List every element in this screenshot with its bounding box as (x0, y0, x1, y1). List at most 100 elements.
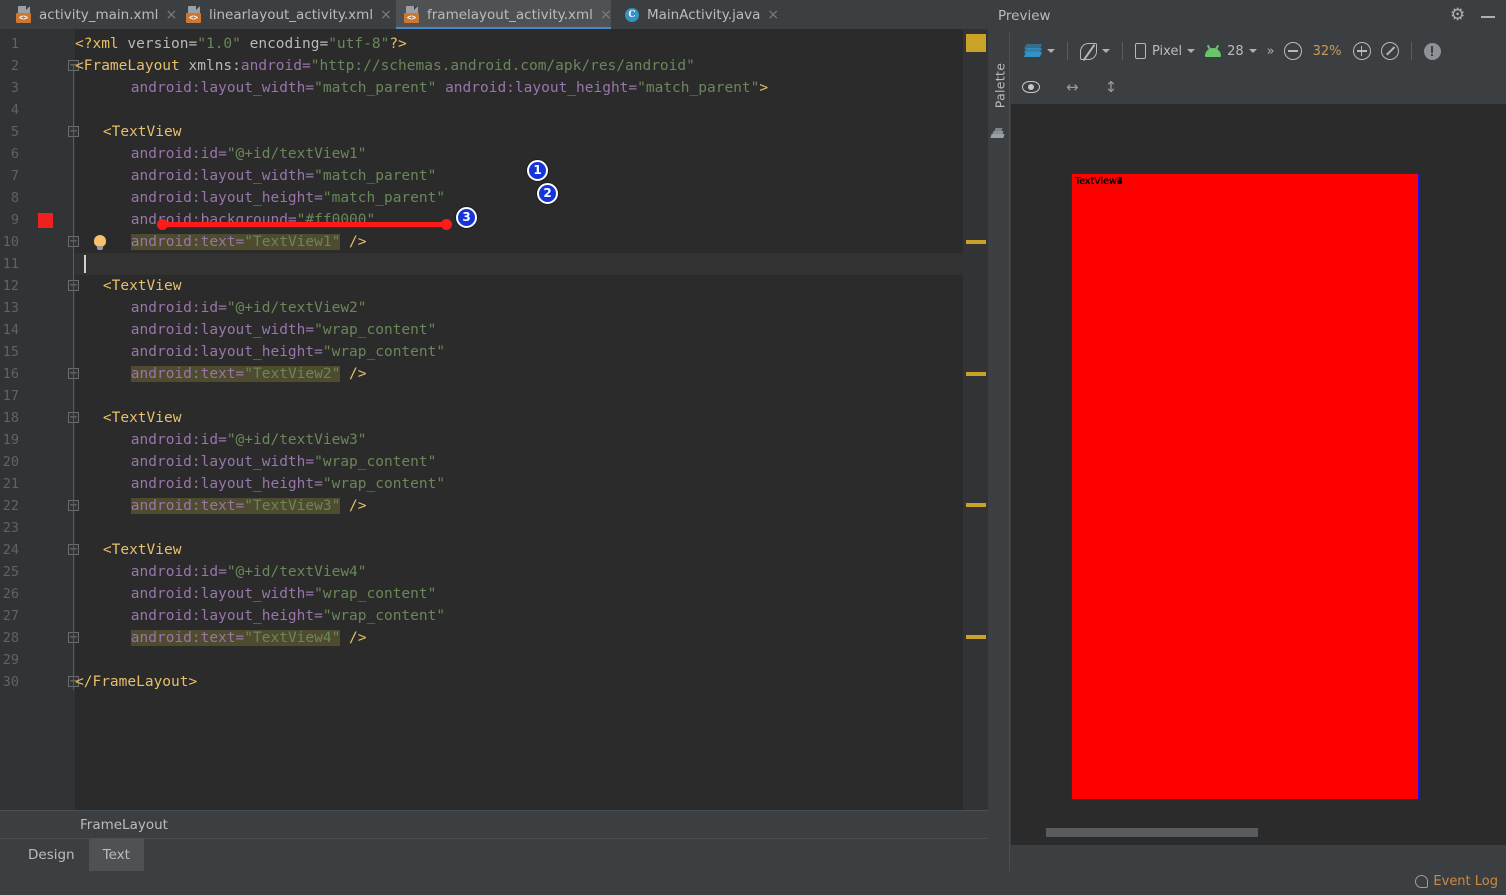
code-token: <TextView (102, 124, 182, 140)
code-token: "match_parent" (314, 168, 437, 184)
code-line[interactable]: android:layout_width="match_parent" (131, 165, 437, 187)
code-line[interactable]: android:id="@+id/textView3" (131, 429, 367, 451)
code-token: "@+id/textView1" (226, 146, 367, 162)
editor-tab-activity-main-xml[interactable]: <> activity_main.xml × (8, 0, 177, 29)
code-marker[interactable] (966, 503, 986, 507)
zoom-in-icon[interactable] (1348, 32, 1376, 70)
line-number: 26 (2, 586, 19, 602)
toggle-visibility-icon[interactable] (1022, 81, 1040, 93)
toolbar-divider (1122, 42, 1123, 60)
code-line[interactable]: android:layout_height="wrap_content" (131, 605, 445, 627)
code-line[interactable]: android:id="@+id/textView1" (131, 143, 367, 165)
palette-sidebar[interactable]: Palette (988, 32, 1010, 872)
editor-tab-label: framelayout_activity.xml (427, 6, 593, 23)
code-marker[interactable] (966, 635, 986, 639)
code-token: "wrap_content" (314, 454, 437, 470)
code-line[interactable]: android:layout_width="wrap_content" (131, 451, 437, 473)
code-token: <?xml (75, 36, 128, 52)
code-line[interactable]: android:text="TextView2" /> (130, 363, 367, 385)
code-line[interactable]: <FrameLayout xmlns:android="http://schem… (75, 55, 695, 77)
vertical-resize-icon[interactable]: ↕ (1105, 78, 1118, 96)
minimize-icon[interactable] (1480, 8, 1496, 24)
preview-pane: Preview Palette Pixel (988, 0, 1506, 895)
component-breadcrumb: FrameLayout (0, 810, 988, 838)
code-token: "1.0" (197, 36, 241, 52)
gear-icon[interactable] (1450, 5, 1466, 25)
zoom-out-icon[interactable] (1279, 32, 1307, 70)
code-editor[interactable]: 1 2 3 4 5 6 7 8 9 10 11 12 13 14 15 16 17 18 19 20 21 22 23 24 2… (0, 29, 988, 810)
code-token: android:layout_width= (130, 322, 315, 338)
code-marker[interactable] (966, 240, 986, 244)
tab-design[interactable]: Design (14, 839, 89, 871)
code-token: "@+id/textView2" (226, 300, 367, 316)
line-number: 6 (10, 146, 19, 162)
code-line[interactable]: android:id="@+id/textView2" (131, 297, 367, 319)
chevron-down-icon (1187, 49, 1196, 53)
code-line[interactable]: <TextView (103, 275, 182, 297)
intention-bulb-icon[interactable] (92, 235, 108, 251)
code-line[interactable]: <TextView (103, 121, 182, 143)
close-icon[interactable]: × (165, 8, 177, 22)
code-token: android= (240, 58, 311, 74)
code-token: "http://schemas.android.com/apk/res/andr… (310, 58, 695, 74)
code-line[interactable]: <?xml version="1.0" encoding="utf-8"?> (75, 33, 407, 55)
code-token: "@+id/textView3" (226, 432, 367, 448)
close-icon[interactable]: × (600, 8, 612, 22)
code-line[interactable]: android:id="@+id/textView4" (131, 561, 367, 583)
code-line[interactable]: android:layout_width="wrap_content" (131, 319, 437, 341)
code-text-area[interactable]: <?xml version="1.0" encoding="utf-8"?> <F… (75, 29, 988, 810)
code-token: android:layout_width= (130, 80, 315, 96)
code-token: android:layout_width= (130, 454, 315, 470)
code-token: android:text= (130, 234, 245, 250)
scrollbar-thumb[interactable] (966, 34, 986, 52)
layers-icon[interactable] (1020, 32, 1060, 70)
code-token: "wrap_content" (322, 476, 446, 492)
code-line[interactable]: android:layout_height="wrap_content" (131, 341, 445, 363)
editor-marker-gutter[interactable] (963, 29, 988, 810)
editor-tab-label: MainActivity.java (647, 6, 761, 23)
code-token: version= (127, 36, 198, 52)
code-line[interactable]: </FrameLayout> (75, 671, 197, 693)
toolbar-overflow[interactable]: » (1262, 32, 1279, 70)
code-line[interactable]: android:background="#ff0000" (131, 209, 375, 231)
preview-device-frame[interactable]: TextView1 TextView2 TextView3 TextView4 (1071, 173, 1419, 800)
code-line[interactable]: android:layout_height="match_parent" (131, 187, 445, 209)
event-log-button[interactable]: Event Log (1415, 874, 1498, 889)
code-marker[interactable] (966, 372, 986, 376)
breakpoint-marker[interactable] (38, 213, 53, 228)
code-line[interactable]: android:text="TextView3" /> (130, 495, 367, 517)
code-token: "TextView4" (244, 630, 341, 646)
code-token: "TextView2" (244, 366, 341, 382)
editor-tab-linearlayout-activity-xml[interactable]: <> linearlayout_activity.xml × (178, 0, 392, 29)
editor-tab-mainactivity-java[interactable]: C MainActivity.java × (616, 0, 782, 29)
code-line[interactable]: android:layout_height="wrap_content" (131, 473, 445, 495)
close-icon[interactable]: × (767, 8, 779, 22)
code-line[interactable]: android:text="TextView4" /> (130, 627, 367, 649)
horizontal-scrollbar[interactable] (1046, 828, 1258, 837)
device-selector[interactable]: Pixel (1130, 32, 1200, 70)
code-line[interactable]: <TextView (103, 539, 182, 561)
zoom-to-fit-icon[interactable] (1376, 32, 1404, 70)
code-token: ?> (389, 36, 407, 52)
line-number: 30 (2, 674, 19, 690)
tab-text[interactable]: Text (88, 839, 144, 871)
api-level-selector[interactable]: 28 (1200, 32, 1262, 70)
horizontal-resize-icon[interactable]: ↔ (1066, 78, 1079, 96)
close-icon[interactable]: × (380, 8, 392, 22)
rotate-orientation-icon[interactable] (1075, 32, 1115, 70)
preview-textview-label[interactable]: TextView4 (1075, 176, 1123, 187)
line-number: 9 (10, 212, 19, 228)
code-line[interactable]: android:text="TextView1" /> (130, 231, 367, 253)
code-token: /> (340, 366, 367, 382)
editor-gutter[interactable]: 1 2 3 4 5 6 7 8 9 10 11 12 13 14 15 16 17 18 19 20 21 22 23 24 2… (0, 29, 79, 810)
info-icon[interactable] (1419, 32, 1446, 70)
code-line[interactable]: android:layout_width="match_parent" andr… (131, 77, 768, 99)
line-number: 13 (2, 300, 19, 316)
preview-canvas[interactable]: TextView1 TextView2 TextView3 TextView4 (1011, 104, 1506, 845)
code-line[interactable]: <TextView (103, 407, 182, 429)
code-line[interactable]: android:layout_width="wrap_content" (131, 583, 437, 605)
status-bar: Event Log (0, 871, 1506, 895)
code-token: android:id= (130, 146, 227, 162)
line-number: 7 (10, 168, 19, 184)
editor-tab-framelayout-activity-xml[interactable]: <> framelayout_activity.xml × (396, 0, 612, 29)
